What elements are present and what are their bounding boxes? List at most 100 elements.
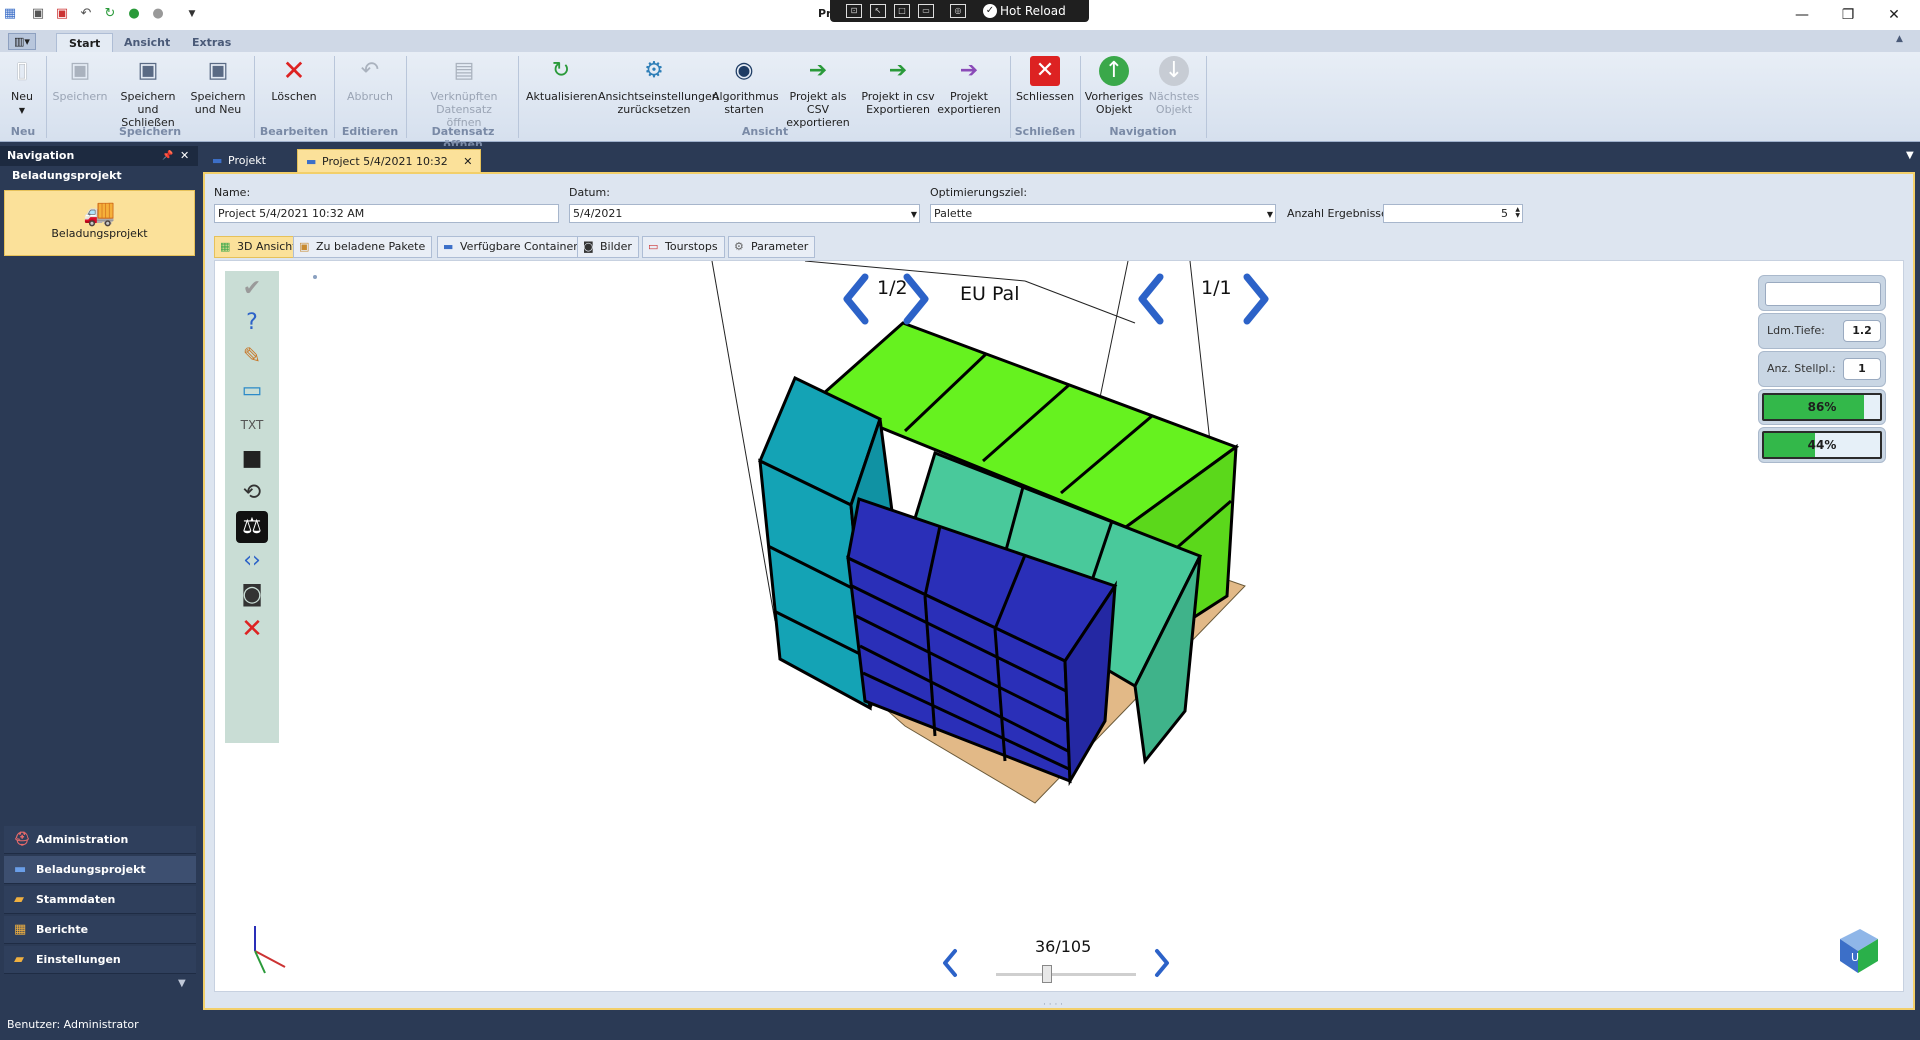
next-solution-arrow-icon[interactable]: [903, 273, 929, 325]
tab-3d-ansicht[interactable]: ▦ 3D Ansicht: [214, 236, 304, 258]
nav-item-berichte[interactable]: ▦ Berichte: [4, 916, 196, 944]
speichern-button[interactable]: ▣ Speichern: [52, 56, 108, 126]
select-element-icon[interactable]: ⊡: [846, 4, 862, 18]
rotate-icon[interactable]: ⟲: [236, 477, 268, 509]
minimize-button[interactable]: —: [1787, 4, 1817, 26]
step-back-arrow-icon[interactable]: [943, 949, 957, 977]
restore-button[interactable]: ❐: [1833, 4, 1863, 26]
datum-field[interactable]: 5/4/2021 ▼: [569, 204, 920, 223]
abbruch-button[interactable]: ↶ Abbruch: [340, 56, 400, 126]
app-icon: ▦: [3, 6, 17, 21]
tab-close-icon[interactable]: ✕: [463, 155, 472, 168]
pin-icon[interactable]: 📌: [162, 146, 173, 166]
next-container-arrow-icon[interactable]: [1243, 273, 1269, 325]
group-separator: [1010, 56, 1011, 138]
aktualisieren-button[interactable]: ↻ Aktualisieren: [526, 56, 598, 126]
check-icon[interactable]: ✔: [236, 273, 268, 305]
loeschen-button[interactable]: ✕ Löschen: [264, 56, 324, 126]
adorner-icon[interactable]: □: [894, 4, 910, 18]
customize-qat-icon[interactable]: ▼: [184, 6, 200, 22]
binding-icon[interactable]: ◎: [950, 4, 966, 18]
csv-export-button[interactable]: ➔ Projekt als CSV exportieren: [778, 56, 858, 129]
stepper-arrows-icon[interactable]: ▲ ▼: [1515, 207, 1520, 219]
previous-container-arrow-icon[interactable]: [1138, 273, 1164, 325]
step-slider-thumb[interactable]: [1042, 965, 1053, 983]
save-icon[interactable]: ▣: [30, 6, 46, 22]
paint-icon[interactable]: ✎: [236, 341, 268, 373]
view-reset-icon: ⚙: [644, 58, 664, 83]
close-window-button[interactable]: ✕: [1879, 4, 1909, 26]
txt-file-icon[interactable]: TXT: [236, 409, 268, 441]
speichern-neu-label: Speichern und Neu: [190, 90, 246, 116]
3d-scene[interactable]: U: [215, 261, 1903, 991]
ribbon-collapse-icon[interactable]: ▲: [1896, 34, 1903, 44]
group-separator: [406, 56, 407, 138]
camera-icon: ◙: [583, 240, 594, 253]
nav-item-einstellungen[interactable]: ▰ Einstellungen: [4, 946, 196, 974]
3d-view[interactable]: U 1/2 EU Pal 1/1 ✔ ? ✎ ▭ TXT ■ ⟲ ⚖ ‹› ◙ …: [214, 260, 1904, 992]
naechstes-button[interactable]: ↓ Nächstes Objekt: [1146, 56, 1202, 126]
group-navigation-label: Navigation: [1109, 125, 1177, 138]
chevron-down-icon[interactable]: ▼: [911, 208, 917, 221]
ansicht-reset-button[interactable]: ⚙ Ansichtseinstellungen zurücksetzen: [598, 56, 719, 126]
arrow-up-icon: ↑: [1099, 56, 1129, 86]
refresh-icon[interactable]: ↻: [102, 6, 118, 22]
next-icon[interactable]: ●: [150, 6, 166, 22]
speichern-neu-button[interactable]: ▣ Speichern und Neu: [188, 56, 248, 126]
neu-button[interactable]: ▯ Neu ▼: [4, 56, 40, 126]
delete-toolbar-icon[interactable]: ✕: [236, 613, 268, 645]
track-focus-icon[interactable]: ▭: [918, 4, 934, 18]
projekt-export-label: Projekt exportieren: [937, 90, 1001, 116]
cube-icon[interactable]: ■: [236, 443, 268, 475]
tab-ansicht[interactable]: Ansicht: [112, 33, 182, 52]
projekt-export-button[interactable]: ➔ Projekt exportieren: [936, 56, 1002, 126]
tab-extras[interactable]: Extras: [180, 33, 243, 52]
nav-item-label: Administration: [36, 833, 129, 846]
previous-solution-arrow-icon[interactable]: [843, 273, 869, 325]
schliessen-label: Schliessen: [1015, 90, 1075, 103]
group-separator: [1080, 56, 1081, 138]
previous-icon[interactable]: ●: [126, 6, 142, 22]
resize-grip[interactable]: · · · ·: [1043, 1000, 1063, 1010]
ribbon: ▯ Neu ▼ Neu ▣ Speichern ▣ Speichern und S…: [0, 52, 1920, 151]
nav-tile-beladungsprojekt[interactable]: 🚚 Beladungsprojekt: [4, 190, 195, 256]
pointer-icon[interactable]: ↖: [870, 4, 886, 18]
doc-tab-projekt[interactable]: ▬ Projekt: [204, 149, 274, 172]
utilization-bar-1: 86%: [1762, 393, 1882, 421]
save-close-icon[interactable]: ▣: [54, 6, 70, 22]
nav-item-administration[interactable]: ⛑ Administration: [4, 826, 196, 854]
step-slider[interactable]: [996, 973, 1136, 976]
verknuepften-button[interactable]: ▤ Verknüpften Datensatz öffnen: [418, 56, 510, 129]
csv-export2-button[interactable]: ➔ Projekt in csv Exportieren: [860, 56, 936, 126]
tab-start[interactable]: Start: [56, 33, 114, 52]
nav-overflow-icon[interactable]: ▼: [178, 978, 186, 989]
name-field[interactable]: Project 5/4/2021 10:32 AM: [214, 204, 559, 223]
tab-verfuegbare-container[interactable]: ▬ Verfügbare Container: [437, 236, 585, 258]
view-cube-icon[interactable]: U: [1840, 929, 1878, 973]
tab-bilder[interactable]: ◙ Bilder: [577, 236, 639, 258]
chevron-down-icon[interactable]: ▼: [1267, 208, 1273, 221]
nav-item-stammdaten[interactable]: ▰ Stammdaten: [4, 886, 196, 914]
monitor-icon[interactable]: ▭: [236, 375, 268, 407]
step-forward-arrow-icon[interactable]: [1155, 949, 1169, 977]
tab-tourstops[interactable]: ▭ Tourstops: [642, 236, 725, 258]
navigate-arrows-icon[interactable]: ‹›: [236, 545, 268, 577]
schliessen-button[interactable]: ✕ Schliessen: [1014, 56, 1076, 126]
tab-zu-beladene-pakete[interactable]: ▣ Zu beladene Pakete: [293, 236, 433, 258]
hot-reload-label[interactable]: Hot Reload: [1000, 4, 1066, 18]
application-menu-button[interactable]: ▥▾: [8, 33, 36, 50]
help-icon[interactable]: ?: [236, 307, 268, 339]
nav-item-beladungsprojekt[interactable]: ▬ Beladungsprojekt: [4, 856, 196, 884]
tab-parameter[interactable]: ⚙ Parameter: [728, 236, 816, 258]
speichern-schliessen-button[interactable]: ▣ Speichern und Schließen: [110, 56, 186, 129]
algorithmus-button[interactable]: ◉ Algorithmus starten: [712, 56, 779, 126]
anzahl-stepper[interactable]: 5 ▲ ▼: [1383, 204, 1523, 223]
doc-tab-project-current[interactable]: ▬ Project 5/4/2021 10:32 ✕: [297, 149, 482, 172]
navigation-close-icon[interactable]: ✕: [180, 146, 189, 166]
ziel-select[interactable]: Palette ▼: [930, 204, 1276, 223]
camera-toolbar-icon[interactable]: ◙: [236, 579, 268, 611]
scale-icon[interactable]: ⚖: [236, 511, 268, 543]
vorheriges-button[interactable]: ↑ Vorheriges Objekt: [1084, 56, 1144, 126]
undo-icon[interactable]: ↶: [78, 6, 94, 22]
doc-tabs-overflow-icon[interactable]: ▼: [1906, 150, 1914, 161]
